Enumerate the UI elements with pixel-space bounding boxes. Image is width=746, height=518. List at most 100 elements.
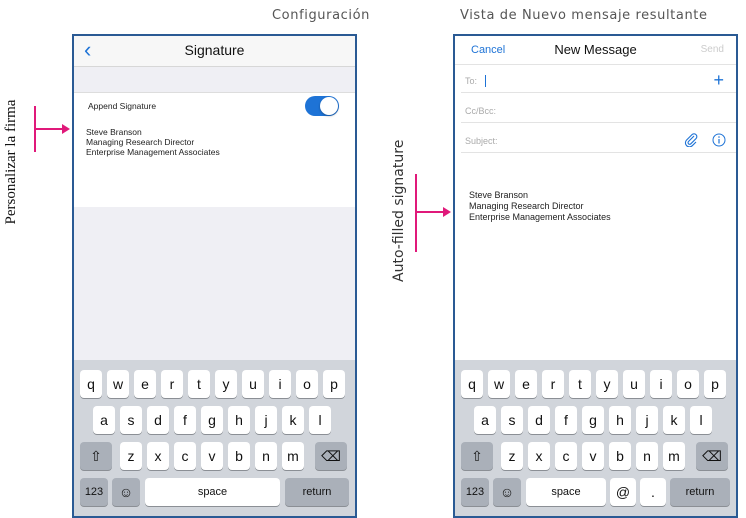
right-arrow-line (415, 211, 445, 213)
settings-title: Signature (184, 42, 245, 58)
key-s[interactable]: s (501, 406, 523, 434)
key-l[interactable]: l (309, 406, 331, 434)
signature-line: Managing Research Director (86, 137, 195, 147)
key-a[interactable]: a (93, 406, 115, 434)
key-x[interactable]: x (147, 442, 169, 470)
signature-line: Steve Branson (469, 190, 529, 200)
shift-key[interactable]: ⇧ (461, 442, 493, 470)
settings-navbar: ‹ Signature (74, 36, 355, 67)
append-signature-toggle[interactable] (305, 96, 339, 116)
key-k[interactable]: k (663, 406, 685, 434)
key-i[interactable]: i (650, 370, 672, 398)
key-m[interactable]: m (663, 442, 685, 470)
key-x[interactable]: x (528, 442, 550, 470)
to-field[interactable]: To: + (461, 68, 736, 93)
numbers-key[interactable]: 123 (461, 478, 489, 506)
backspace-key[interactable]: ⌫ (315, 442, 347, 470)
at-key[interactable]: @ (610, 478, 636, 506)
customize-signature-label: Personalizar la firma (3, 99, 19, 225)
paperclip-icon[interactable] (684, 133, 698, 147)
key-z[interactable]: z (120, 442, 142, 470)
key-t[interactable]: t (569, 370, 591, 398)
append-signature-label: Append Signature (88, 101, 157, 111)
key-o[interactable]: o (296, 370, 318, 398)
key-b[interactable]: b (609, 442, 631, 470)
toggle-knob (320, 97, 338, 115)
key-y[interactable]: y (215, 370, 237, 398)
key-d[interactable]: d (147, 406, 169, 434)
shift-key[interactable]: ⇧ (80, 442, 112, 470)
key-b[interactable]: b (228, 442, 250, 470)
emoji-key[interactable]: ☺ (493, 478, 521, 506)
key-u[interactable]: u (623, 370, 645, 398)
key-e[interactable]: e (515, 370, 537, 398)
key-h[interactable]: h (228, 406, 250, 434)
key-n[interactable]: n (636, 442, 658, 470)
cc-bcc-field[interactable]: Cc/Bcc: (461, 98, 736, 123)
key-d[interactable]: d (528, 406, 550, 434)
signature-line: Steve Branson (86, 127, 142, 137)
settings-phone: ‹ Signature Append Signature Steve Brans… (72, 34, 357, 518)
key-k[interactable]: k (282, 406, 304, 434)
key-v[interactable]: v (201, 442, 223, 470)
key-h[interactable]: h (609, 406, 631, 434)
key-z[interactable]: z (501, 442, 523, 470)
compose-navbar: Cancel New Message Send (455, 36, 736, 65)
key-j[interactable]: j (636, 406, 658, 434)
send-button[interactable]: Send (701, 44, 724, 55)
space-key[interactable]: space (526, 478, 606, 506)
keyboard: q w e r t y u i o p a s d f g h j k l ⇧ … (74, 360, 355, 516)
key-r[interactable]: r (542, 370, 564, 398)
return-key[interactable]: return (285, 478, 349, 506)
key-p[interactable]: p (704, 370, 726, 398)
signature-editor[interactable]: Steve Branson Managing Research Director… (74, 119, 355, 207)
return-key[interactable]: return (670, 478, 730, 506)
key-p[interactable]: p (323, 370, 345, 398)
key-e[interactable]: e (134, 370, 156, 398)
info-icon[interactable] (712, 133, 726, 147)
numbers-key[interactable]: 123 (80, 478, 108, 506)
plus-icon[interactable]: + (713, 70, 724, 91)
key-f[interactable]: f (174, 406, 196, 434)
key-l[interactable]: l (690, 406, 712, 434)
to-label: To: (465, 76, 478, 86)
left-caption: Configuración (272, 8, 371, 23)
key-m[interactable]: m (282, 442, 304, 470)
backspace-key[interactable]: ⌫ (696, 442, 728, 470)
key-o[interactable]: o (677, 370, 699, 398)
auto-filled-label: Auto-filled signature (391, 139, 407, 282)
key-f[interactable]: f (555, 406, 577, 434)
signature-line: Enterprise Management Associates (469, 212, 611, 222)
right-caption: Vista de Nuevo mensaje resultante (460, 8, 708, 23)
key-r[interactable]: r (161, 370, 183, 398)
key-v[interactable]: v (582, 442, 604, 470)
key-c[interactable]: c (174, 442, 196, 470)
key-j[interactable]: j (255, 406, 277, 434)
key-t[interactable]: t (188, 370, 210, 398)
key-i[interactable]: i (269, 370, 291, 398)
dot-key[interactable]: . (640, 478, 666, 506)
key-y[interactable]: y (596, 370, 618, 398)
key-g[interactable]: g (582, 406, 604, 434)
subject-label: Subject: (465, 136, 498, 146)
compose-phone: Cancel New Message Send To: + Cc/Bcc: Su… (453, 34, 738, 518)
compose-title: New Message (554, 42, 637, 57)
key-q[interactable]: q (461, 370, 483, 398)
left-arrow-line (34, 128, 64, 130)
key-n[interactable]: n (255, 442, 277, 470)
key-q[interactable]: q (80, 370, 102, 398)
subject-field[interactable]: Subject: (461, 128, 736, 153)
emoji-key[interactable]: ☺ (112, 478, 140, 506)
key-u[interactable]: u (242, 370, 264, 398)
key-s[interactable]: s (120, 406, 142, 434)
keyboard: q w e r t y u i o p a s d f g h j k l ⇧ … (455, 360, 736, 516)
key-w[interactable]: w (488, 370, 510, 398)
section-spacer (74, 67, 355, 93)
key-c[interactable]: c (555, 442, 577, 470)
left-arrow-head (62, 124, 70, 134)
space-key[interactable]: space (145, 478, 280, 506)
message-body[interactable]: Steve Branson Managing Research Director… (455, 154, 736, 362)
key-w[interactable]: w (107, 370, 129, 398)
key-a[interactable]: a (474, 406, 496, 434)
key-g[interactable]: g (201, 406, 223, 434)
